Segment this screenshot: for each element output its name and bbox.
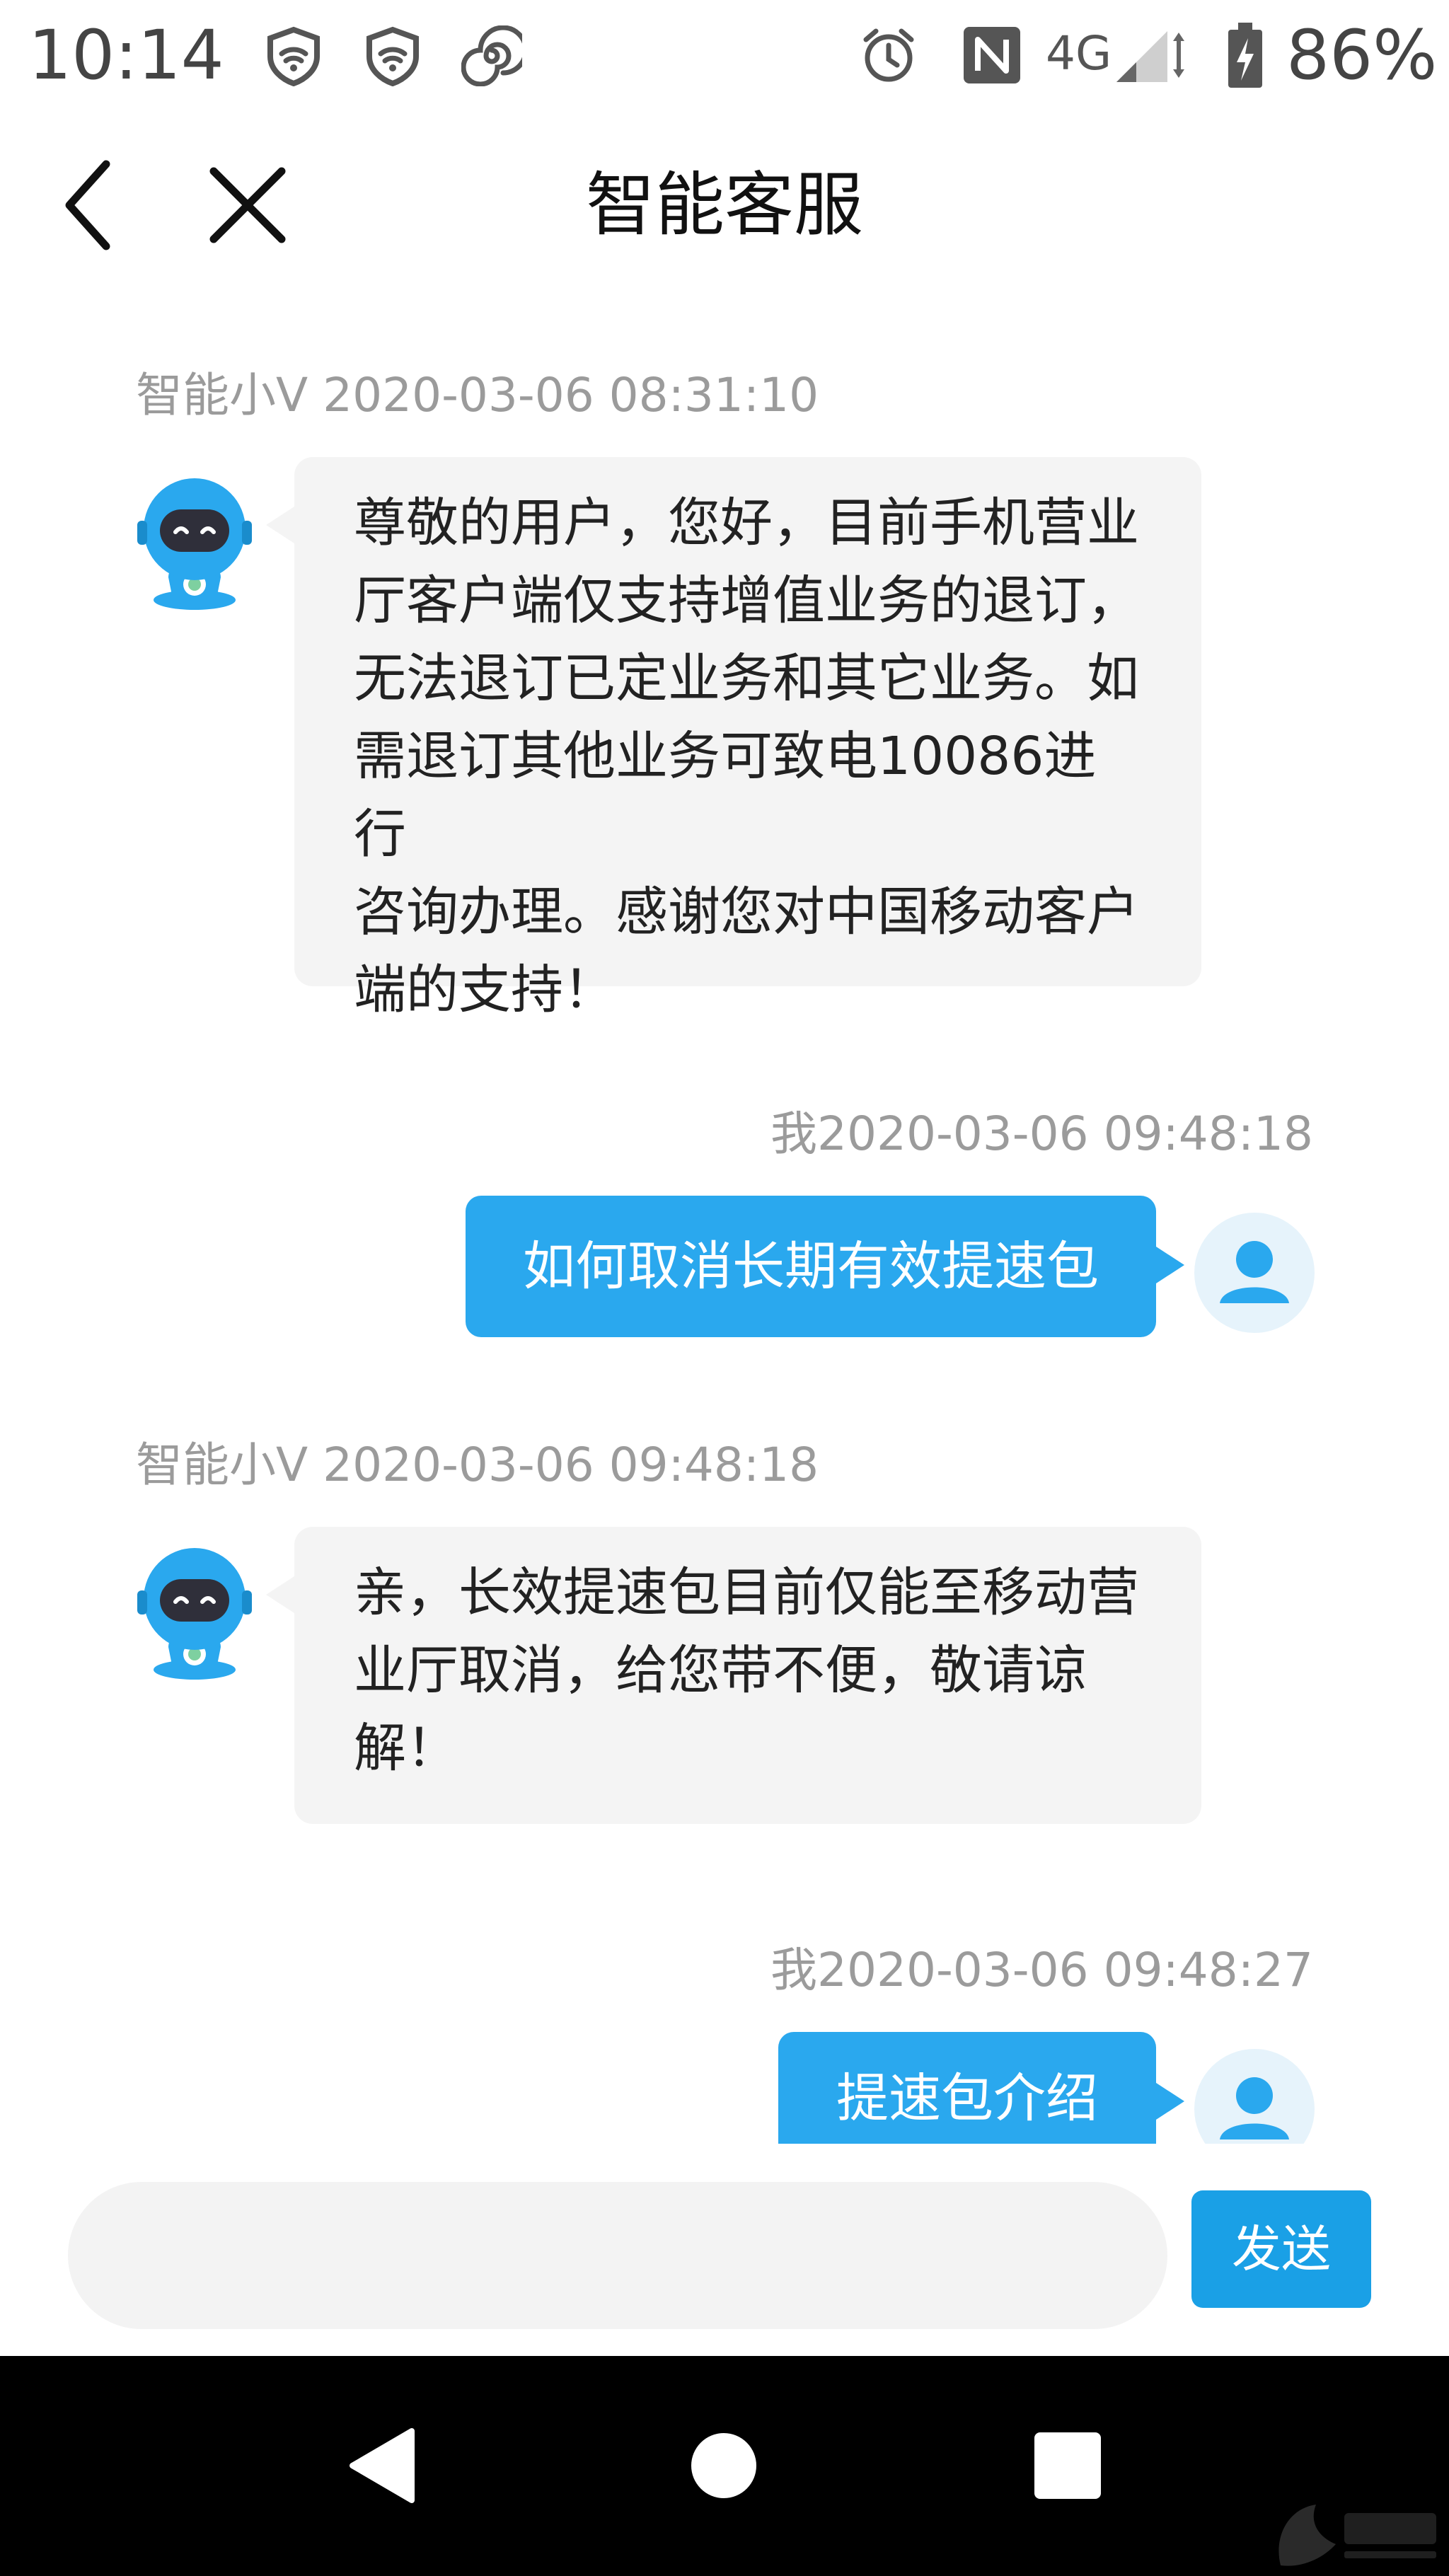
nfc-icon	[964, 27, 1020, 83]
message-text-line: 咨询办理。感谢您对中国移动客户	[354, 882, 1139, 942]
message-text: 提速包介绍	[836, 2068, 1098, 2129]
back-button[interactable]	[42, 156, 142, 255]
signal-icon	[1116, 31, 1184, 82]
message-text-line: 尊敬的用户，您好，目前手机营业	[354, 492, 1139, 553]
message-timestamp: 我2020-03-06 09:48:18	[770, 1107, 1313, 1161]
close-button[interactable]	[198, 156, 297, 255]
message-input[interactable]	[68, 2182, 1167, 2329]
alarm-icon	[863, 28, 914, 82]
triangle-back-icon	[350, 2428, 415, 2503]
message-text-line: 业厅取消，给您带不便，敬请谅	[354, 1640, 1087, 1701]
shield-icon	[366, 26, 419, 86]
network-type-label: 4G	[1046, 26, 1112, 81]
message-text-line: 端的支持！	[354, 959, 616, 1020]
send-button[interactable]: 发送	[1191, 2190, 1371, 2308]
battery-percentage: 86%	[1286, 16, 1438, 95]
status-time: 10:14	[28, 16, 224, 95]
nav-recents-button[interactable]	[1013, 2413, 1119, 2519]
user-message-bubble: 如何取消长期有效提速包	[466, 1196, 1184, 1337]
nav-home-button[interactable]	[671, 2413, 777, 2519]
message-text: 如何取消长期有效提速包	[523, 1236, 1099, 1297]
shield-icon	[267, 26, 320, 86]
user-avatar-icon	[1194, 1213, 1315, 1333]
square-recents-icon	[1034, 2432, 1101, 2499]
chevron-left-icon	[65, 160, 110, 250]
system-navigation-bar	[0, 2356, 1449, 2576]
message-timestamp: 智能小V 2020-03-06 08:31:10	[136, 368, 819, 422]
message-timestamp: 智能小V 2020-03-06 09:48:18	[136, 1438, 819, 1492]
robot-avatar-icon	[137, 1548, 252, 1680]
spiral-icon	[461, 25, 522, 86]
robot-avatar-icon	[137, 478, 252, 610]
user-message-bubble: 提速包介绍	[778, 2032, 1184, 2144]
user-avatar-icon	[1194, 2049, 1315, 2144]
app-header: 智能客服	[0, 113, 1449, 297]
message-text-line: 无法退订已定业务和其它业务。如	[354, 648, 1139, 709]
bot-message-bubble: 尊敬的用户，您好，目前手机营业 厅客户端仅支持增值业务的退订， 无法退订已定业务…	[266, 457, 1201, 1020]
status-bar: 10:14 4G 86%	[0, 0, 1449, 113]
battery-charging-icon	[1228, 23, 1262, 88]
bot-message-bubble: 亲，长效提速包目前仅能至移动营 业厅取消，给您带不便，敬请谅 解！	[266, 1527, 1201, 1824]
watermark-logo	[1278, 2505, 1436, 2566]
message-text-line: 厅客户端仅支持增值业务的退订，	[354, 570, 1139, 631]
message-text-line: 需退订其他业务可致电10086进行	[354, 726, 1097, 865]
message-text-line: 解！	[354, 1718, 458, 1779]
message-text-line: 亲，长效提速包目前仅能至移动营	[354, 1562, 1139, 1623]
nav-back-button[interactable]	[333, 2413, 439, 2519]
message-timestamp: 我2020-03-06 09:48:27	[770, 1943, 1313, 1997]
circle-home-icon	[691, 2433, 756, 2498]
message-composer: 发送	[0, 2144, 1449, 2356]
close-icon	[209, 167, 286, 243]
chat-message-list[interactable]: 智能小V 2020-03-06 08:31:10 尊敬的用户，您好，目前手机营业…	[0, 297, 1449, 2144]
